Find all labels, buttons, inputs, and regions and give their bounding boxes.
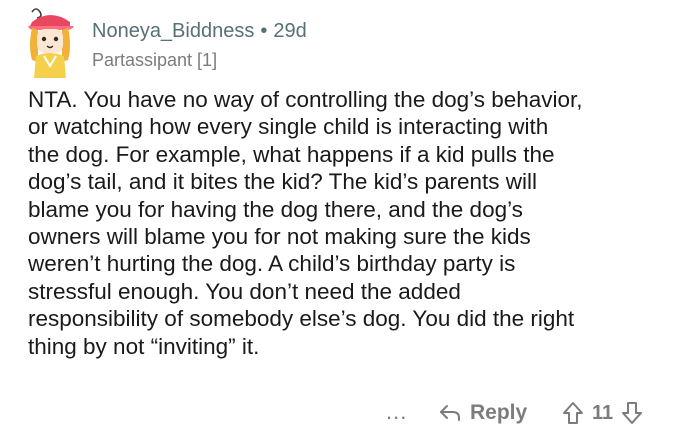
vote-controls: 11 — [562, 396, 643, 430]
upvote-arrow-icon[interactable] — [562, 401, 584, 425]
meta-line: Noneya_Biddness • 29d — [92, 18, 307, 44]
user-flair: Partassipant [1] — [92, 50, 218, 70]
comment-body-line: blame you for having the dog there, and … — [28, 196, 523, 222]
comment-body-line: or watching how every single child is in… — [28, 114, 549, 140]
downvote-arrow-icon[interactable] — [621, 401, 643, 425]
username-link[interactable]: Noneya_Biddness — [92, 20, 254, 42]
meta-separator: • — [260, 20, 268, 42]
comment-meta: Noneya_Biddness • 29d Partassipant [1] — [92, 18, 307, 72]
comment-body-line: stressful enough. You don’t need the add… — [28, 278, 461, 304]
reply-arrow-icon — [440, 405, 460, 421]
comment-body: NTA. You have no way of controlling the … — [28, 86, 688, 360]
comment-body-line: weren’t hurting the dog. A child’s birth… — [28, 251, 516, 277]
comment-body-line: dog’s tail, and it bites the kid? The ki… — [28, 169, 538, 195]
comment: Noneya_Biddness • 29d Partassipant [1] NTA… — [0, 0, 700, 438]
more-options-icon[interactable]: ... — [386, 398, 407, 426]
comment-body-line: thing by not “inviting” it. — [28, 333, 260, 359]
comment-actions: ... Reply 11 — [0, 396, 700, 430]
reply-button[interactable]: Reply — [438, 396, 527, 430]
reply-label: Reply — [470, 401, 528, 424]
comment-age[interactable]: 29d — [273, 20, 306, 42]
comment-body-line: NTA. You have no way of controlling the … — [28, 87, 583, 112]
comment-body-line: the dog. For example, what happens if a … — [28, 141, 555, 167]
vote-count: 11 — [592, 401, 614, 424]
comment-body-line: responsibility of somebody else’s dog. Y… — [28, 306, 575, 332]
avatar[interactable] — [22, 6, 78, 78]
comment-body-line: owners will blame you for not making sur… — [28, 224, 531, 250]
